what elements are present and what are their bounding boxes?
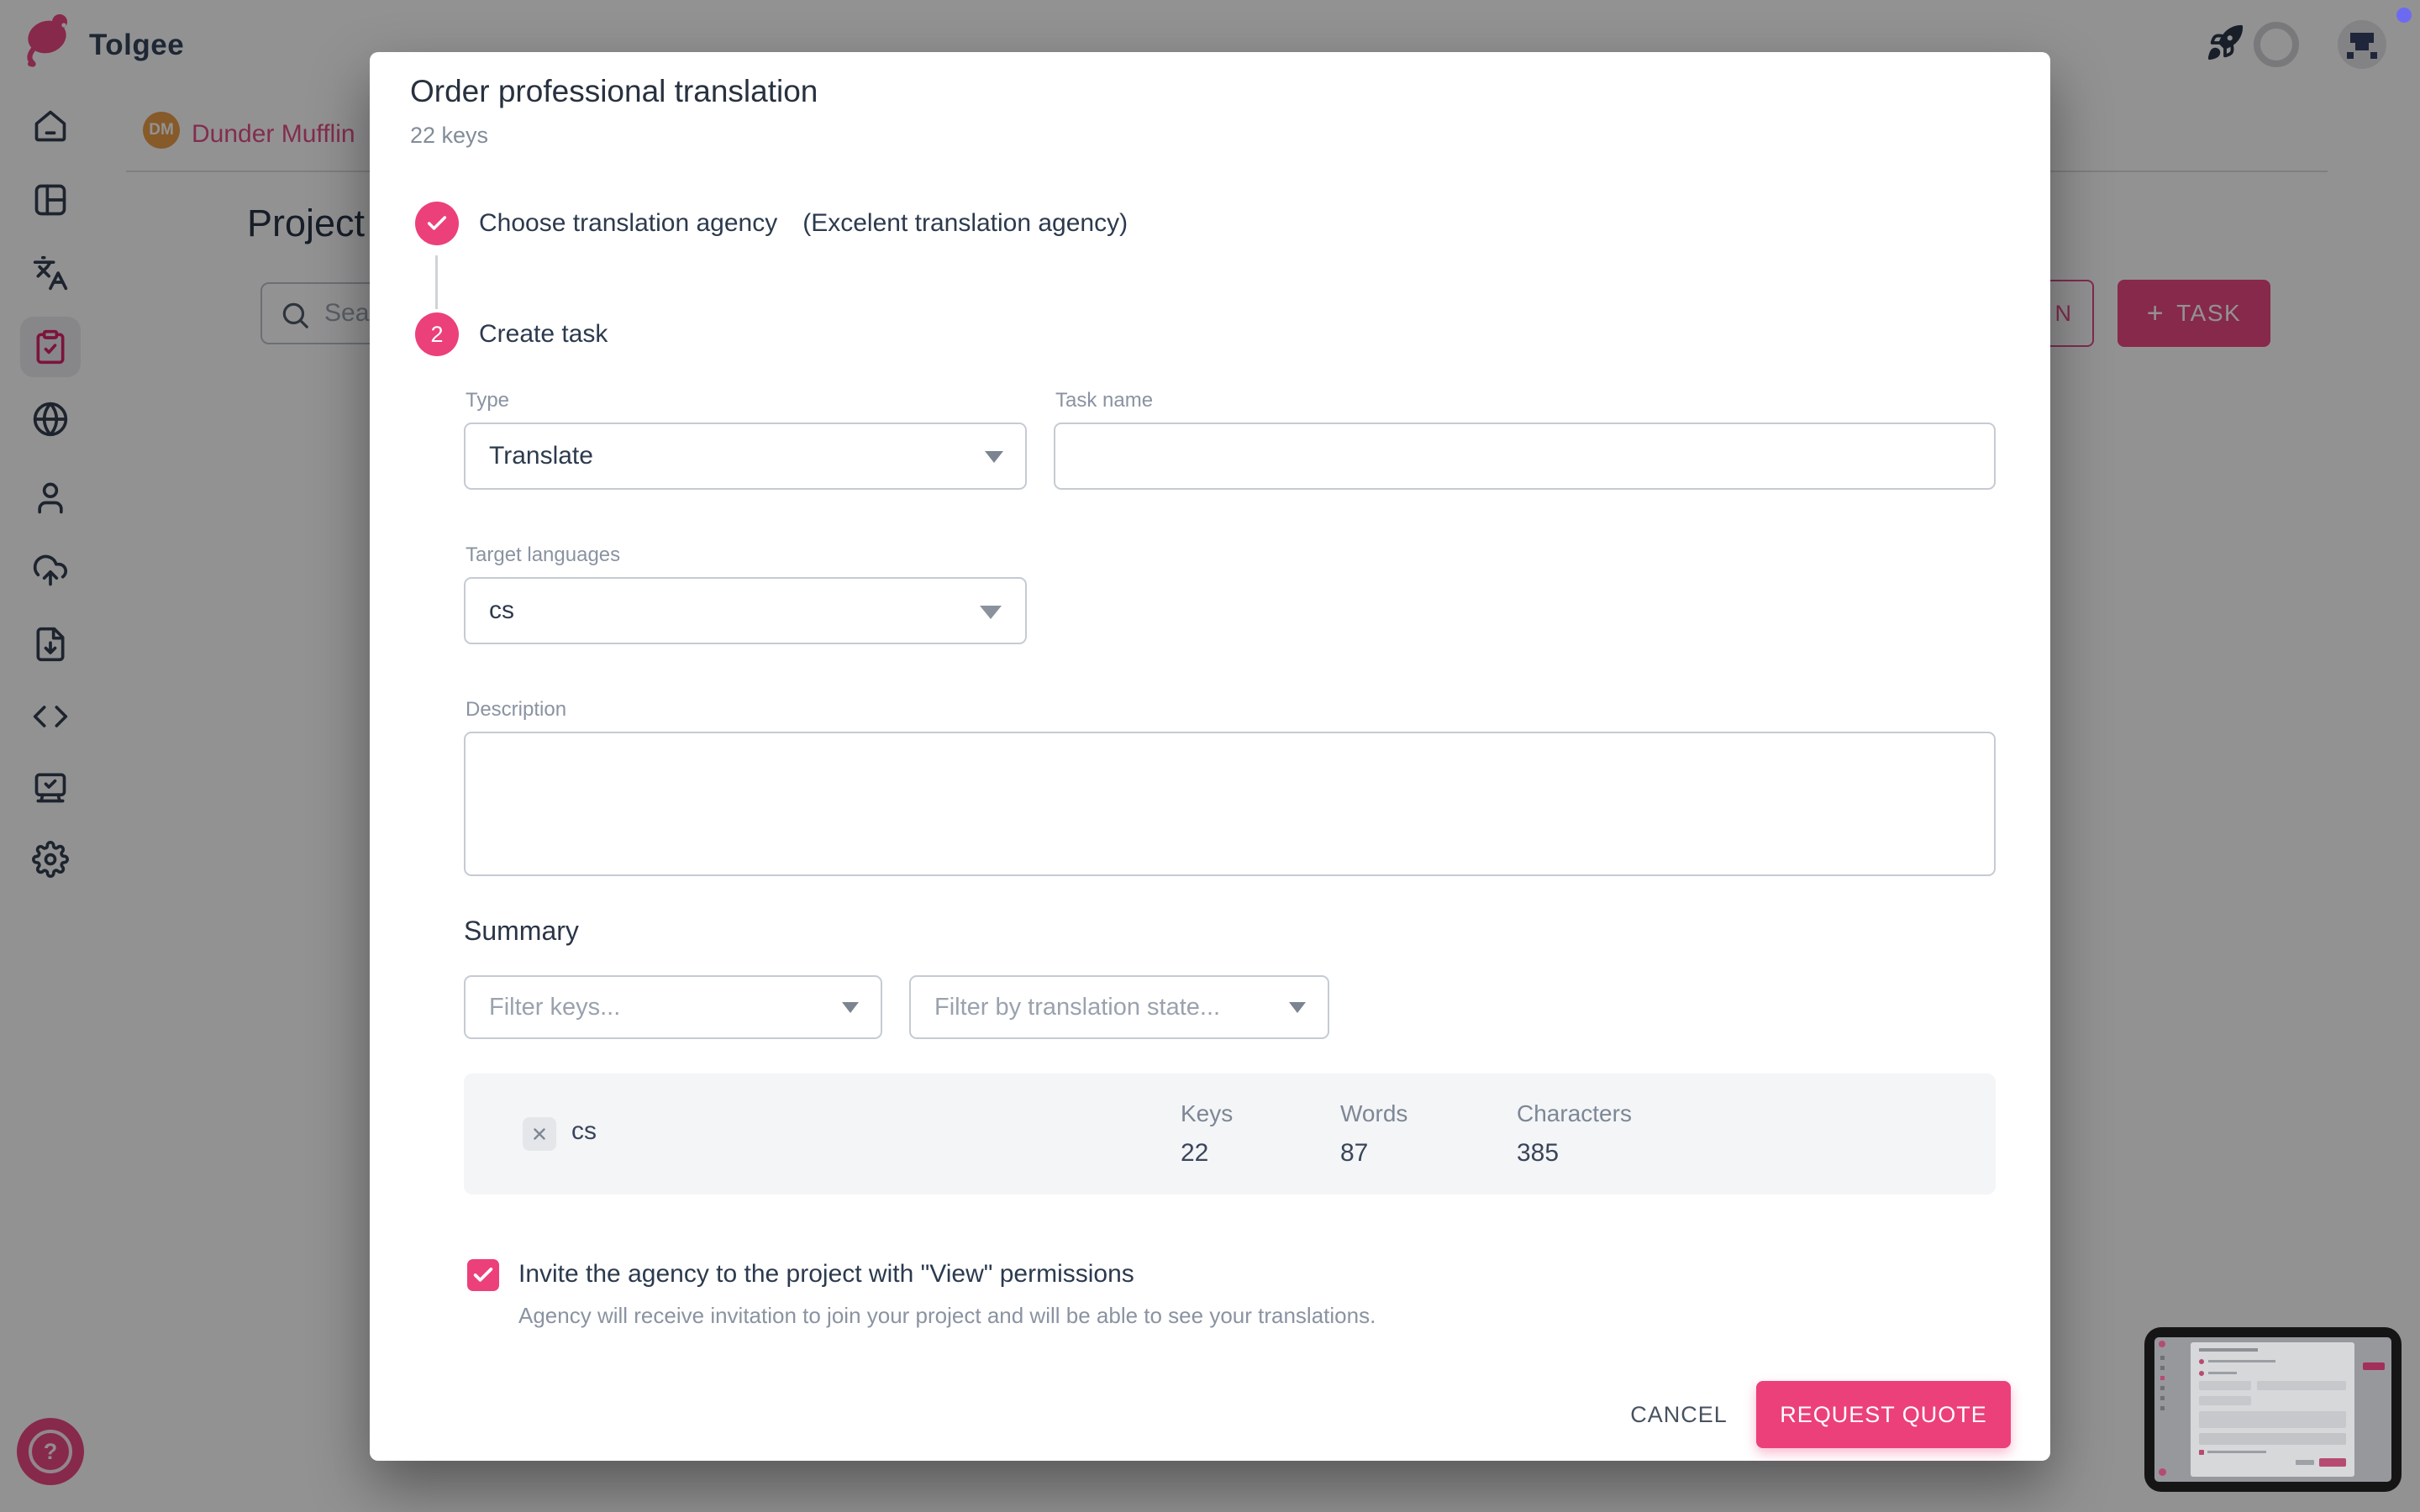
invite-agency-checkbox[interactable] xyxy=(467,1259,499,1291)
characters-value: 385 xyxy=(1517,1139,1560,1167)
step-1-agency-detail: (Excelent translation agency) xyxy=(802,209,1128,237)
chevron-down-icon xyxy=(1289,1002,1306,1013)
summary-language: cs xyxy=(571,1117,597,1145)
notification-dot xyxy=(2396,8,2412,23)
step-2-number-circle: 2 xyxy=(415,312,459,356)
screen-preview-content xyxy=(2154,1337,2391,1482)
step-connector-line xyxy=(435,255,438,309)
step-1-label: Choose translation agency xyxy=(479,209,778,237)
step-1-row: Choose translation agency (Excelent tran… xyxy=(415,202,1128,245)
target-languages-select[interactable]: cs xyxy=(464,577,1027,644)
task-name-label: Task name xyxy=(1055,389,1154,412)
summary-heading: Summary xyxy=(464,916,579,946)
step-2-number: 2 xyxy=(430,321,444,347)
type-select[interactable]: Translate xyxy=(464,423,1027,490)
words-value: 87 xyxy=(1340,1139,1369,1167)
cancel-button[interactable]: CANCEL xyxy=(1612,1381,1746,1448)
dialog-subtitle: 22 keys xyxy=(410,123,489,148)
chevron-down-icon xyxy=(842,1002,859,1013)
description-label: Description xyxy=(466,698,567,721)
words-column-header: Words xyxy=(1340,1100,1408,1126)
check-icon xyxy=(427,216,447,230)
remove-language-button[interactable] xyxy=(523,1117,556,1151)
keys-value: 22 xyxy=(1181,1139,1209,1167)
app-root: Tolgee DM Dunder Mufflin Project Sea N +… xyxy=(0,0,2420,1512)
keys-column-header: Keys xyxy=(1181,1100,1234,1126)
step-2-row: 2 Create task xyxy=(415,312,608,356)
type-select-value: Translate xyxy=(489,442,593,470)
description-textarea[interactable] xyxy=(464,732,1996,876)
target-languages-value: cs xyxy=(489,596,514,624)
dialog-title: Order professional translation xyxy=(410,74,818,108)
chevron-down-icon xyxy=(980,606,1002,619)
check-icon xyxy=(473,1268,493,1282)
order-translation-dialog: Order professional translation 22 keys C… xyxy=(370,52,2050,1461)
step-1-check-circle xyxy=(415,202,459,245)
summary-row: cs Keys 22 Words 87 Characters 385 xyxy=(464,1074,1996,1194)
invite-agency-helper-text: Agency will receive invitation to join y… xyxy=(518,1303,1376,1328)
step-2-label: Create task xyxy=(479,320,608,348)
filter-keys-placeholder: Filter keys... xyxy=(489,993,621,1021)
invite-agency-label[interactable]: Invite the agency to the project with "V… xyxy=(518,1260,1134,1289)
request-quote-button[interactable]: REQUEST QUOTE xyxy=(1756,1381,2011,1448)
filter-state-placeholder: Filter by translation state... xyxy=(934,993,1221,1021)
type-label: Type xyxy=(466,389,510,412)
filter-keys-select[interactable]: Filter keys... xyxy=(464,975,882,1039)
target-languages-label: Target languages xyxy=(466,543,621,566)
filter-translation-state-select[interactable]: Filter by translation state... xyxy=(909,975,1329,1039)
screen-share-preview xyxy=(2144,1327,2402,1492)
chevron-down-icon xyxy=(985,451,1003,463)
task-name-input[interactable] xyxy=(1054,423,1996,490)
characters-column-header: Characters xyxy=(1517,1100,1632,1126)
close-icon xyxy=(534,1128,545,1140)
